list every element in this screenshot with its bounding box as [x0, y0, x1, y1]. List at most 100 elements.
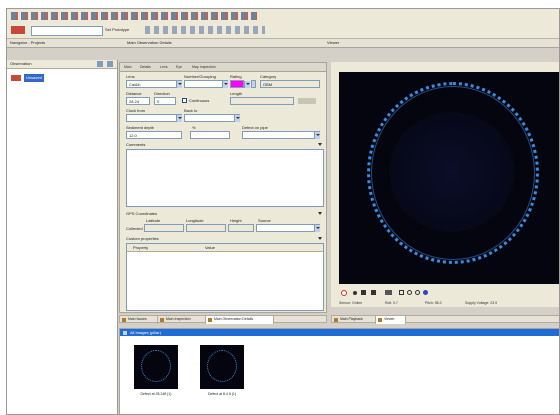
subtab-map-inspection[interactable]: Map Inspection — [192, 63, 216, 71]
continuous-checkbox[interactable] — [182, 98, 187, 103]
custom-properties-table[interactable]: Property Value — [126, 243, 324, 311]
gallery-thumbnail-1[interactable] — [134, 345, 178, 389]
gallery-header: All Images (pillar) — [120, 329, 559, 336]
custom-properties-collapse-icon[interactable] — [318, 237, 322, 240]
gps-collapse-icon[interactable] — [318, 212, 322, 215]
direction-label: Direction — [154, 91, 170, 96]
subtab-main[interactable]: Main — [124, 63, 132, 71]
stop-icon[interactable] — [371, 290, 376, 295]
application-window: Set Prototype Navigator - Projects Main … — [6, 8, 560, 415]
direction-field[interactable]: 0 — [154, 97, 176, 105]
tree-item-label: Unsaved — [24, 74, 44, 82]
clock-from-dropdown-icon[interactable] — [176, 114, 182, 122]
distance-field[interactable]: 28.24 — [126, 97, 150, 105]
pause-icon[interactable] — [361, 290, 366, 295]
set-prototype-label[interactable]: Set Prototype — [105, 26, 129, 34]
clock-from-label: Clock from — [126, 108, 146, 113]
observation-tab[interactable]: Main Observation Details — [127, 39, 172, 47]
comments-label: Comments — [126, 142, 146, 147]
gallery-thumbnail-2[interactable] — [200, 345, 244, 389]
observation-form: Main Details Lens Eye Map Inspection Len… — [119, 62, 327, 313]
observation-subtabs: Main Details Lens Eye Map Inspection — [120, 63, 326, 72]
defect-dropdown-icon[interactable] — [314, 131, 320, 139]
close-icon[interactable] — [107, 61, 113, 67]
defect-on-pipe-label: Defect on pipe — [242, 125, 268, 130]
thumbnail-ring — [207, 350, 237, 382]
zoom-in-icon[interactable] — [407, 290, 412, 295]
percent-field[interactable] — [190, 131, 230, 139]
rating-label: Rating — [230, 74, 242, 79]
height-label: Height — [230, 218, 242, 223]
subtab-details[interactable]: Details — [140, 63, 151, 71]
gallery-title: All Images (pillar) — [130, 330, 161, 335]
category-field: OBM — [260, 80, 320, 88]
light-icon[interactable] — [423, 290, 428, 295]
dot-icon[interactable] — [353, 291, 357, 295]
roll-status: Roll: 0.7 — [385, 301, 398, 305]
gallery-caption-2: Defect at 8.4 ft (1) — [207, 392, 236, 396]
collapse-icon[interactable] — [97, 61, 103, 67]
sediment-depth-label: Sediment depth — [126, 125, 155, 130]
clock-from-field[interactable] — [126, 114, 182, 122]
value-column[interactable]: Value — [205, 244, 215, 251]
viewer-panel: Sensor: Online Roll: 0.7 Pitch: 98.2 Sup… — [331, 62, 559, 307]
edit-toolbar-icons[interactable] — [145, 26, 265, 34]
tab-main-playback[interactable]: Main Playback — [332, 316, 376, 324]
camera-view[interactable] — [339, 72, 559, 284]
length-field — [230, 97, 294, 105]
comments-collapse-icon[interactable] — [318, 143, 322, 146]
rating-dropdown-icon[interactable] — [244, 80, 250, 88]
gps-coordinates-label: GPS Coordinates — [126, 211, 158, 216]
tab-main-inspection[interactable]: Main Inspection — [158, 316, 206, 324]
distance-label: Distance — [126, 91, 142, 96]
main-toolbar-icons[interactable] — [11, 12, 257, 20]
navigator-tab[interactable]: Navigator - Projects — [10, 39, 45, 47]
category-label: Category — [260, 74, 277, 79]
camera-icon[interactable] — [385, 290, 392, 295]
playback-controls — [331, 288, 559, 298]
clock-to-field[interactable] — [184, 114, 240, 122]
length-unit-icon[interactable] — [298, 98, 316, 104]
percent-label: % — [192, 125, 196, 130]
zoom-out-icon[interactable] — [415, 290, 420, 295]
comments-field[interactable] — [126, 149, 324, 207]
viewer-tab[interactable]: Viewer — [327, 39, 339, 47]
pitch-status: Pitch: 98.2 — [425, 301, 442, 305]
tab-viewer[interactable]: Viewer — [376, 316, 406, 324]
number-grouping-dropdown-icon[interactable] — [222, 80, 228, 88]
lens-dropdown-icon[interactable] — [176, 80, 182, 88]
project-selector[interactable] — [31, 26, 103, 36]
sediment-depth-field[interactable]: 12.0 — [126, 131, 182, 139]
rating-spinner[interactable] — [251, 80, 256, 88]
pipe-interior — [389, 112, 515, 232]
voltage-status: Supply Voltage: 23.9 — [465, 301, 498, 305]
viewer-status-bar: Sensor: Online Roll: 0.7 Pitch: 98.2 Sup… — [339, 300, 559, 307]
subtab-lens[interactable]: Lens — [160, 63, 168, 71]
source-field[interactable] — [256, 224, 320, 232]
tab-main-issues[interactable]: Main Issues — [120, 316, 158, 324]
number-grouping-label: Number/Grouping — [184, 74, 216, 79]
navigator-panel: Observation Unsaved — [7, 60, 118, 414]
bottom-tabs-left: Main Issues Main Inspection Main Observa… — [119, 315, 327, 324]
source-label: Source — [258, 218, 271, 223]
image-gallery: All Images (pillar) Defect at 28.24ft (1… — [119, 328, 559, 414]
longitude-label: Longitude — [186, 218, 204, 223]
snapshot-icon[interactable] — [399, 290, 404, 295]
height-field — [228, 224, 254, 232]
navigator-header: Observation — [7, 60, 117, 69]
subtab-eye[interactable]: Eye — [176, 63, 182, 71]
property-column[interactable]: Property — [133, 244, 148, 251]
lens-field[interactable]: Cal&lt; — [126, 80, 182, 88]
thumbnail-ring — [141, 350, 171, 382]
record-icon[interactable] — [11, 26, 25, 34]
source-dropdown-icon[interactable] — [314, 224, 320, 232]
tab-main-observation-details[interactable]: Main Observation Details — [206, 316, 274, 324]
latitude-label: Latitude — [146, 218, 161, 223]
clock-to-dropdown-icon[interactable] — [234, 114, 240, 122]
rating-field[interactable] — [230, 80, 244, 88]
secondary-toolbar: Set Prototype — [7, 23, 559, 39]
gallery-icon — [123, 330, 127, 335]
navigator-header-label: Observation — [10, 61, 32, 66]
stop-record-icon[interactable] — [341, 290, 347, 296]
defect-on-pipe-field[interactable] — [242, 131, 320, 139]
